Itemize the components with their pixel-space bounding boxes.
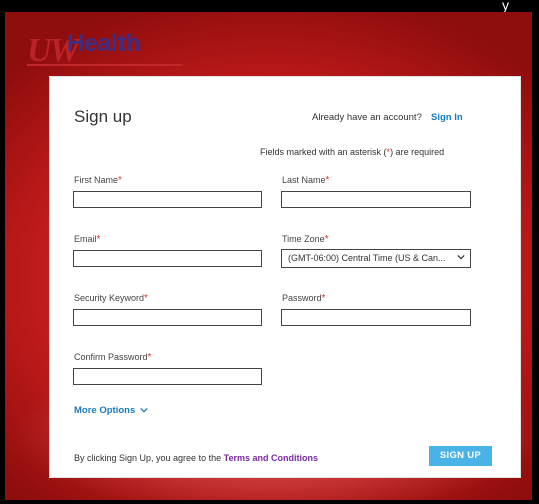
- page-background: UW Health Sign up Already have an accoun…: [5, 12, 532, 500]
- password-field[interactable]: [281, 309, 471, 326]
- more-options-toggle[interactable]: More Options: [74, 405, 148, 416]
- signup-card: Sign up Already have an account? Sign In…: [49, 76, 521, 478]
- sign-in-link[interactable]: Sign In: [431, 112, 463, 123]
- chevron-down-icon: [457, 254, 465, 260]
- security-keyword-field[interactable]: [73, 309, 262, 326]
- security-keyword-label: Security Keyword*: [74, 293, 148, 304]
- password-label: Password*: [282, 293, 326, 304]
- time-zone-select[interactable]: (GMT-06:00) Central Time (US & Can...: [281, 249, 471, 268]
- last-name-label: Last Name*: [282, 175, 330, 186]
- more-options-label: More Options: [74, 405, 136, 416]
- confirm-password-label: Confirm Password*: [74, 352, 152, 363]
- uw-health-logo: UW Health: [27, 28, 187, 69]
- page-title: Sign up: [74, 107, 132, 126]
- terms-agreement: By clicking Sign Up, you agree to the Te…: [74, 453, 318, 463]
- email-label: Email*: [74, 234, 101, 245]
- agree-text: By clicking Sign Up, you agree to the: [74, 453, 222, 463]
- sign-up-button[interactable]: SIGN UP: [429, 446, 492, 466]
- first-name-field[interactable]: [73, 191, 262, 208]
- time-zone-value: (GMT-06:00) Central Time (US & Can...: [288, 253, 446, 263]
- logo-underline: [27, 64, 182, 66]
- logo-health: Health: [67, 30, 141, 57]
- time-zone-label: Time Zone*: [282, 234, 329, 245]
- required-fields-note: Fields marked with an asterisk (*) are r…: [260, 147, 445, 157]
- email-field[interactable]: [73, 250, 262, 267]
- confirm-password-field[interactable]: [73, 368, 262, 385]
- last-name-field[interactable]: [281, 191, 471, 208]
- first-name-label: First Name*: [74, 175, 122, 186]
- already-have-account-text: Already have an account?: [312, 112, 422, 123]
- chevron-down-icon: [140, 408, 148, 413]
- terms-link[interactable]: Terms and Conditions: [224, 453, 318, 463]
